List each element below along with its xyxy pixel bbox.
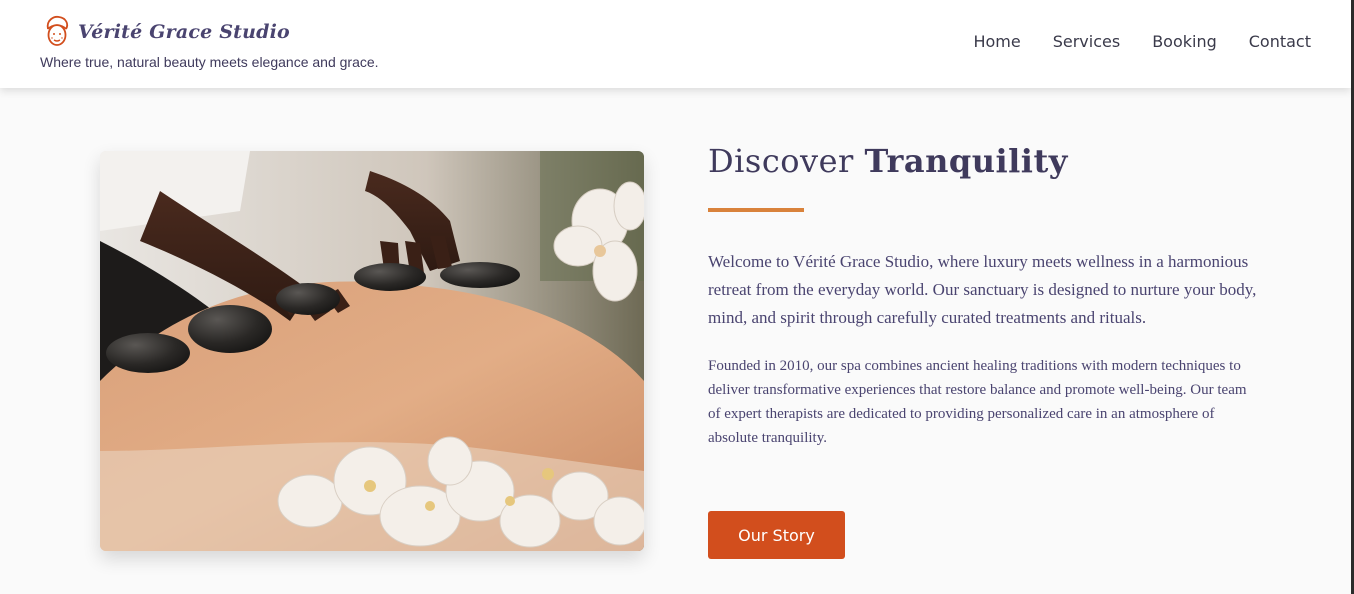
heading-divider <box>708 208 804 212</box>
site-header: Vérité Grace Studio Where true, natural … <box>0 0 1351 88</box>
hot-stone-massage-photo <box>100 151 644 551</box>
brand-tagline: Where true, natural beauty meets eleganc… <box>40 54 379 70</box>
heading-light: Discover <box>708 142 854 180</box>
heading-bold: Tranquility <box>864 142 1068 180</box>
nav-services[interactable]: Services <box>1053 32 1120 51</box>
nav-home[interactable]: Home <box>973 32 1020 51</box>
brand[interactable]: Vérité Grace Studio Where true, natural … <box>40 14 379 70</box>
history-paragraph: Founded in 2010, our spa combines ancien… <box>708 358 1247 446</box>
our-story-button[interactable]: Our Story <box>708 511 845 559</box>
face-towel-icon <box>46 15 69 46</box>
section-heading: Discover Tranquility <box>708 142 1258 180</box>
brand-name: Vérité Grace Studio <box>78 21 290 43</box>
main-nav: Home Services Booking Contact <box>973 32 1311 51</box>
intro-paragraph: Welcome to Vérité Grace Studio, where lu… <box>708 252 1257 327</box>
nav-booking[interactable]: Booking <box>1152 32 1217 51</box>
about-section: Discover Tranquility Welcome to Vérité G… <box>708 142 1258 450</box>
nav-contact[interactable]: Contact <box>1249 32 1311 51</box>
